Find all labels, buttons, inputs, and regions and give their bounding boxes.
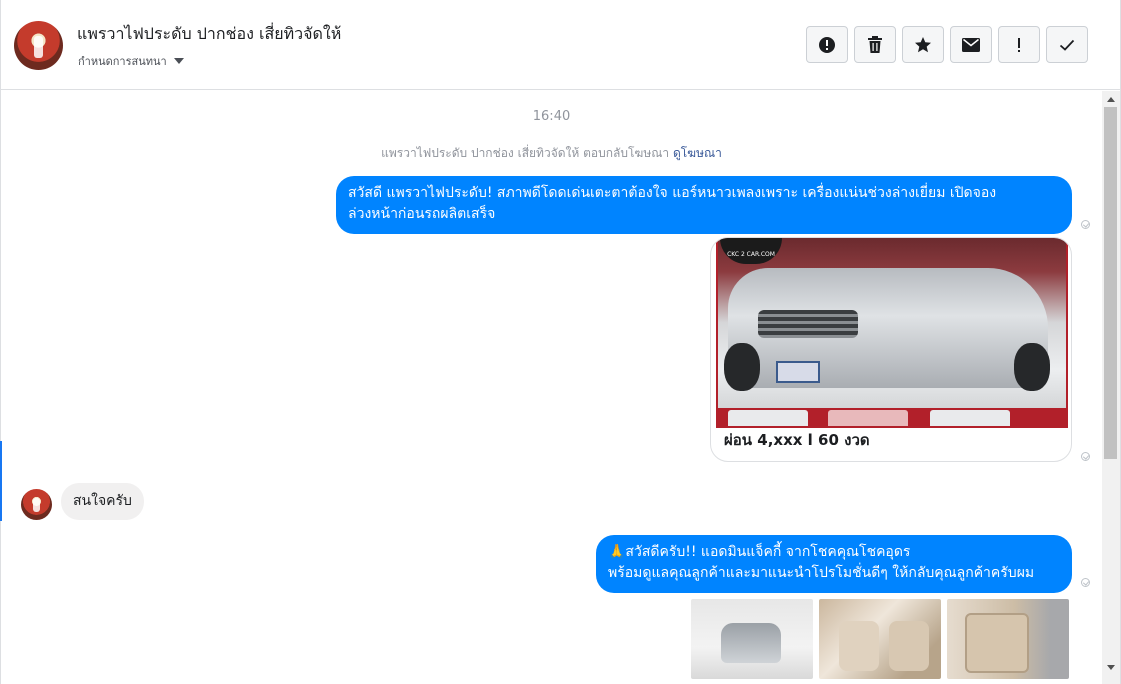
delivered-check-icon <box>1081 452 1090 461</box>
gallery-photo-exterior[interactable] <box>691 599 813 679</box>
thumbnail-strip <box>718 408 1066 426</box>
truck-wheel <box>1014 343 1050 391</box>
thread-timestamp: 16:40 <box>532 109 571 124</box>
conversation-header: แพรวาไฟประดับ ปากช่อง เสี่ยทิวจัดให้ กำห… <box>1 0 1120 90</box>
envelope-icon <box>962 37 980 52</box>
thumbnail <box>728 410 808 426</box>
page-avatar[interactable] <box>14 21 63 70</box>
message-text-line: พร้อมดูแลคุณลูกค้าและมาแนะนำโปรโมชั่นดีๆ… <box>608 565 1035 581</box>
active-conversation-marker <box>0 441 2 521</box>
star-icon <box>915 36 931 52</box>
message-text: สนใจครับ <box>73 493 132 509</box>
conversation-label-text: กำหนดการสนทนา <box>78 55 167 68</box>
star-button[interactable] <box>902 26 944 63</box>
truck-grille <box>758 310 858 338</box>
thumbnail <box>828 410 908 426</box>
mark-done-button[interactable] <box>1046 26 1088 63</box>
message-text-line: สวัสดี แพรวาไฟประดับ! สภาพดีโดดเด่นเตะตา… <box>348 185 997 201</box>
message-thread: 16:40 แพรวาไฟประดับ ปากช่อง เสี่ยทิวจัดใ… <box>1 91 1102 684</box>
conversation-label-dropdown[interactable]: กำหนดการสนทนา <box>78 52 184 70</box>
dealer-logo: CKC 2 CAR.COM <box>720 238 782 264</box>
thumbnail <box>930 410 1010 426</box>
incoming-message-bubble[interactable]: สนใจครับ <box>61 483 144 520</box>
truck-wheel <box>724 343 760 391</box>
ad-reply-notice: แพรวาไฟประดับ ปากช่อง เสี่ยทิวจัดให้ ตอบ… <box>1 144 1102 163</box>
car-photo[interactable]: CKC 2 CAR.COM <box>716 238 1068 428</box>
messenger-window: แพรวาไฟประดับ ปากช่อง เสี่ยทิวจัดให้ กำห… <box>0 0 1121 684</box>
mark-important-button[interactable] <box>998 26 1040 63</box>
thread-scrollbar[interactable] <box>1102 91 1120 684</box>
scrollbar-thumb[interactable] <box>1104 107 1117 459</box>
conversation-toolbar <box>806 26 1088 63</box>
message-text-line: ล่วงหน้าก่อนรถผลิตเสร็จ <box>348 206 496 222</box>
outgoing-message-bubble[interactable]: สวัสดี แพรวาไฟประดับ! สภาพดีโดดเด่นเตะตา… <box>336 176 1072 234</box>
license-plate <box>776 361 820 383</box>
dealer-logo-text: CKC 2 CAR.COM <box>727 251 775 258</box>
gallery-photo-door[interactable] <box>947 599 1069 679</box>
scroll-up-arrow-icon[interactable] <box>1107 97 1115 102</box>
conversation-title[interactable]: แพรวาไฟประดับ ปากช่อง เสี่ยทิวจัดให้ <box>77 22 341 47</box>
view-ad-link[interactable]: ดูโฆษณา <box>673 146 722 160</box>
delivered-check-icon <box>1081 578 1090 587</box>
car-price-caption: ผ่อน 4,xxx l 60 งวด <box>724 431 870 449</box>
gallery-photo-seats[interactable] <box>819 599 941 679</box>
ad-reply-text: แพรวาไฟประดับ ปากช่อง เสี่ยทิวจัดให้ ตอบ… <box>381 146 670 160</box>
customer-avatar[interactable] <box>21 489 52 520</box>
checkmark-icon <box>1059 39 1075 51</box>
alert-circle-icon <box>819 36 835 53</box>
outgoing-message-bubble[interactable]: 🙏สวัสดีครับ!! แอดมินแจ็คกี้ จากโชคคุณโชค… <box>596 535 1072 593</box>
exclamation-icon <box>1018 37 1020 52</box>
report-button[interactable] <box>806 26 848 63</box>
message-text-line: 🙏สวัสดีครับ!! แอดมินแจ็คกี้ จากโชคคุณโชค… <box>608 544 911 560</box>
photo-gallery <box>691 599 1069 679</box>
caret-down-icon <box>173 58 184 64</box>
trash-icon <box>868 35 882 53</box>
delete-button[interactable] <box>854 26 896 63</box>
delivered-check-icon <box>1081 220 1090 229</box>
mark-unread-button[interactable] <box>950 26 992 63</box>
car-image-attachment[interactable]: CKC 2 CAR.COM ผ่อน 4,xxx l 60 งวด <box>710 237 1072 462</box>
scroll-down-arrow-icon[interactable] <box>1107 665 1115 670</box>
